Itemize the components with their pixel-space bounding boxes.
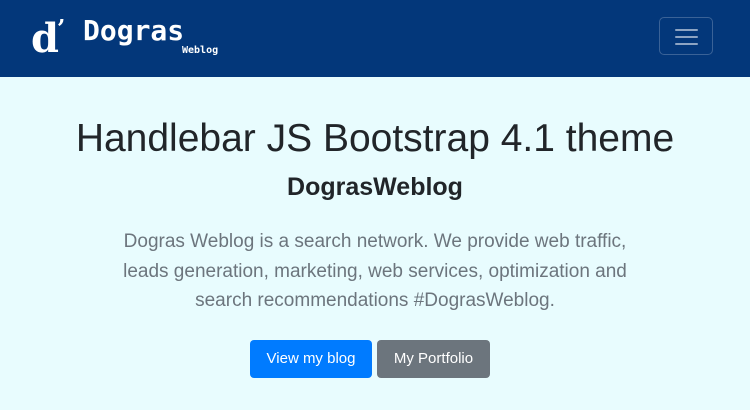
lead-paragraph: Dogras Weblog is a search network. We pr… <box>123 231 627 311</box>
navbar-toggler-button[interactable] <box>659 17 713 55</box>
brand-logo-apostrophe: ’ <box>57 14 66 43</box>
hamburger-menu-icon <box>675 29 698 31</box>
brand-subtitle: Weblog <box>182 45 219 56</box>
my-portfolio-button[interactable]: My Portfolio <box>377 340 490 378</box>
hamburger-menu-icon-bar <box>675 36 698 38</box>
page-title: Handlebar JS Bootstrap 4.1 theme <box>75 117 675 160</box>
hero-section: Handlebar JS Bootstrap 4.1 theme DograsW… <box>0 77 750 410</box>
hamburger-menu-icon-bar <box>675 43 698 45</box>
brand-name: Dogras <box>83 14 185 47</box>
navbar: d ’ Dogras Weblog <box>0 0 750 77</box>
brand-logo-mark: d <box>31 15 59 62</box>
brand-logo[interactable]: d ’ Dogras Weblog <box>31 13 231 63</box>
view-my-blog-button[interactable]: View my blog <box>250 340 372 378</box>
page-subtitle: DograsWeblog <box>287 173 463 201</box>
